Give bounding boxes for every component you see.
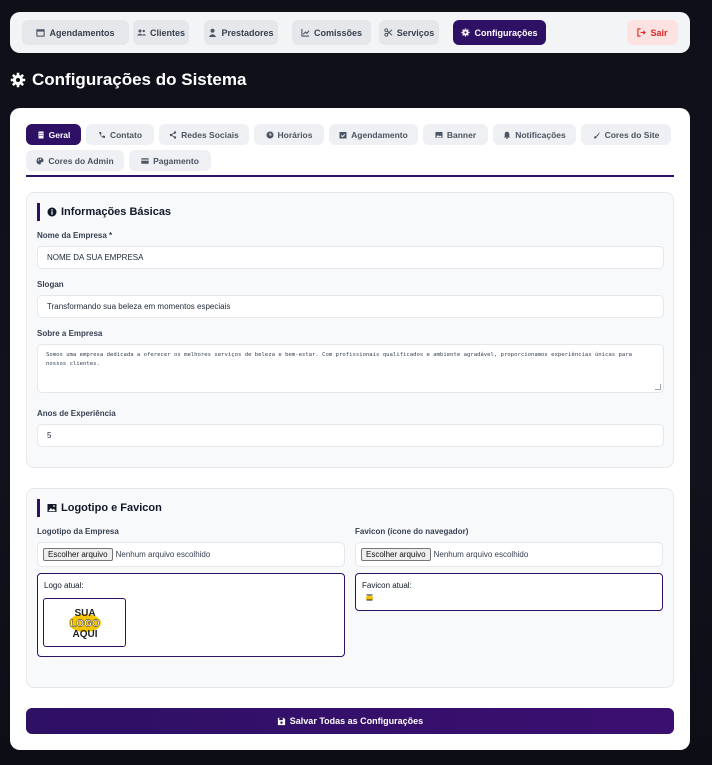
- favicon-preview: Favicon atual:: [355, 573, 663, 611]
- favicon-label: Favicon (ícone do navegador): [355, 527, 469, 536]
- company-name-input[interactable]: NOME DA SUA EMPRESA: [37, 246, 664, 269]
- scissors-icon: [384, 28, 393, 37]
- tab-label: Banner: [446, 129, 477, 140]
- user-icon: [209, 28, 217, 37]
- logout-button[interactable]: Sair: [627, 20, 678, 45]
- section-title-text: Logotipo e Favicon: [61, 502, 162, 514]
- tab-label: Redes Sociais: [181, 129, 239, 140]
- current-logo-label: Logo atual:: [44, 581, 84, 590]
- nav-configuracoes[interactable]: Configurações: [453, 20, 546, 45]
- experience-label: Anos de Experiência: [37, 409, 116, 418]
- slogan-input[interactable]: Transformando sua beleza em momentos esp…: [37, 295, 664, 318]
- logo-word-2: LOGO: [70, 618, 100, 629]
- image-icon: [435, 131, 443, 138]
- nav-prestadores[interactable]: Prestadores: [204, 20, 278, 45]
- nav-agendamentos[interactable]: Agendamentos: [22, 20, 129, 45]
- nav-label: Comissões: [313, 27, 363, 38]
- tab-agendamento[interactable]: Agendamento: [329, 124, 418, 145]
- tab-banner[interactable]: Banner: [423, 124, 488, 145]
- tab-cores-do-site[interactable]: Cores do Site: [581, 124, 671, 145]
- nav-label: Clientes: [149, 27, 185, 38]
- nav-label: Configurações: [474, 27, 538, 38]
- section-title-text: Informações Básicas: [61, 206, 172, 218]
- tabs-divider: [26, 175, 674, 177]
- phone-icon: [98, 131, 105, 138]
- tab-label: Contato: [109, 129, 143, 140]
- clock-icon: [266, 131, 274, 138]
- tab-label: Cores do Site: [604, 129, 660, 140]
- logo-preview: Logo atual: SUA LOGO AQUI: [37, 573, 345, 657]
- paintbrush-icon: [593, 131, 601, 138]
- logo-label: Logotipo da Empresa: [37, 527, 119, 536]
- nav-label: Prestadores: [221, 27, 274, 38]
- resize-handle[interactable]: [655, 384, 661, 390]
- favicon-file-input[interactable]: Escolher arquivo Nenhum arquivo escolhid…: [355, 542, 663, 567]
- no-file-text: Nenhum arquivo escolhido: [115, 550, 211, 559]
- logo-word-1: SUA: [74, 608, 95, 619]
- tab-label: Horários: [277, 129, 313, 140]
- calendar-check-icon: [339, 131, 347, 138]
- palette-icon: [36, 157, 44, 164]
- about-text: Somos uma empresa dedicada a oferecer os…: [46, 352, 632, 367]
- settings-card: Geral Contato Redes Sociais Horários Age…: [10, 108, 690, 750]
- no-file-text: Nenhum arquivo escolhido: [433, 550, 529, 559]
- basic-info-section: Informações Básicas Nome da Empresa * NO…: [26, 192, 674, 468]
- favicon-image: [365, 593, 374, 602]
- nav-comissoes[interactable]: Comissões: [292, 20, 371, 45]
- nav-clientes[interactable]: Clientes: [133, 20, 189, 45]
- save-all-button[interactable]: Salvar Todas as Configurações: [26, 708, 674, 734]
- top-nav: Agendamentos Clientes Prestadores Comiss…: [10, 12, 690, 53]
- nav-label: Serviços: [396, 27, 435, 38]
- gear-icon: [461, 28, 471, 37]
- tab-redes-sociais[interactable]: Redes Sociais: [159, 124, 249, 145]
- company-name-label: Nome da Empresa *: [37, 231, 113, 240]
- about-textarea[interactable]: Somos uma empresa dedicada a oferecer os…: [37, 344, 664, 393]
- section-title: Logotipo e Favicon: [37, 499, 162, 517]
- tab-label: Cores do Admin: [48, 155, 114, 166]
- logo-file-input[interactable]: Escolher arquivo Nenhum arquivo escolhid…: [37, 542, 345, 567]
- tab-label: Pagamento: [153, 155, 199, 166]
- tab-cores-do-admin[interactable]: Cores do Admin: [26, 150, 124, 171]
- experience-input[interactable]: 5: [37, 424, 664, 447]
- section-title: Informações Básicas: [37, 203, 171, 221]
- tab-label: Agendamento: [351, 129, 408, 140]
- about-label: Sobre a Empresa: [37, 329, 103, 338]
- tab-label: Notificações: [515, 129, 566, 140]
- tab-label: Geral: [48, 129, 71, 140]
- save-icon: [277, 717, 285, 725]
- sign-out-icon: [637, 28, 647, 37]
- image-icon: [47, 504, 57, 512]
- bell-icon: [504, 131, 511, 139]
- calendar-icon: [36, 29, 46, 37]
- current-favicon-label: Favicon atual:: [362, 581, 412, 590]
- logout-label: Sair: [650, 27, 668, 38]
- choose-file-button[interactable]: Escolher arquivo: [43, 548, 113, 561]
- page-title: Configurações do Sistema: [10, 70, 246, 90]
- tab-pagamento[interactable]: Pagamento: [129, 150, 211, 171]
- tab-horarios[interactable]: Horários: [254, 124, 324, 145]
- building-icon: [38, 131, 44, 138]
- save-button-label: Salvar Todas as Configurações: [289, 716, 424, 726]
- info-circle-icon: [47, 207, 57, 217]
- logo-favicon-section: Logotipo e Favicon Logotipo da Empresa E…: [26, 488, 674, 688]
- nav-label: Agendamentos: [49, 27, 115, 38]
- tab-contato[interactable]: Contato: [86, 124, 154, 145]
- logo-placeholder-graphic: SUA LOGO AQUI: [67, 605, 102, 640]
- logo-word-3: AQUI: [72, 629, 97, 640]
- credit-card-icon: [141, 157, 149, 164]
- share-icon: [169, 130, 177, 139]
- chart-line-icon: [301, 28, 310, 37]
- nav-servicos[interactable]: Serviços: [379, 20, 439, 45]
- tab-notificacoes[interactable]: Notificações: [493, 124, 576, 145]
- gear-icon: [10, 72, 26, 88]
- slogan-label: Slogan: [37, 280, 64, 289]
- choose-file-button[interactable]: Escolher arquivo: [361, 548, 431, 561]
- logo-image: SUA LOGO AQUI: [43, 598, 126, 647]
- users-icon: [136, 29, 146, 36]
- page-title-text: Configurações do Sistema: [32, 70, 247, 89]
- tab-geral[interactable]: Geral: [26, 124, 81, 145]
